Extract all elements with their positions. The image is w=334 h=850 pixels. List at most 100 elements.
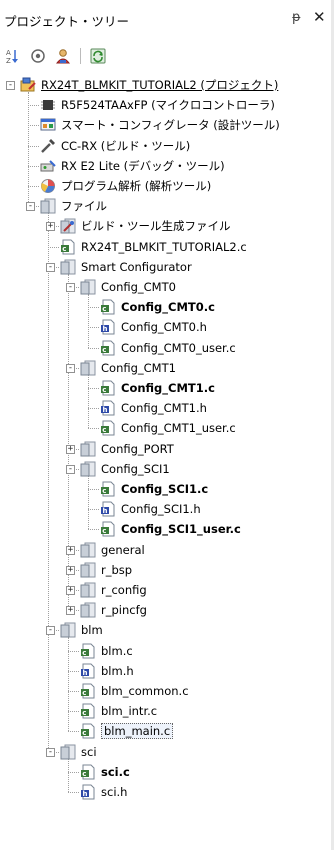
tree-folder-node[interactable]: Config_SCI1 <box>80 458 170 480</box>
tree-node[interactable]: RX24T_BLMKIT_TUTORIAL2 (プロジェクト) <box>20 74 278 96</box>
tree-folder-node[interactable]: r_bsp <box>80 559 132 581</box>
configurator-icon <box>40 117 56 133</box>
tree-node[interactable]: c blm_intr.c <box>80 700 157 722</box>
expand-toggle[interactable]: + <box>66 586 75 595</box>
collapse-toggle[interactable]: - <box>66 464 75 474</box>
folder-icon <box>80 582 96 598</box>
svg-text:h: h <box>103 406 108 414</box>
tree-node[interactable]: c blm.c <box>80 640 133 662</box>
tree-node[interactable]: プログラム解析 (解析ツール) <box>40 175 211 197</box>
tree-connector-line <box>68 731 79 733</box>
tree-node-label: Config_CMT0_user.c <box>121 340 236 355</box>
tree-node[interactable]: スマート・コンフィグレータ (設計ツール) <box>40 114 280 136</box>
tree-connector-line <box>88 388 99 389</box>
tree-node[interactable]: c Config_CMT1.c <box>100 377 215 399</box>
c-file-icon: c <box>80 643 96 659</box>
tree-node[interactable]: h sci.h <box>80 781 127 803</box>
c-file-icon: c <box>80 703 96 719</box>
tree-folder-node[interactable]: r_pincfg <box>80 599 147 621</box>
pin-icon[interactable]: ᵽ <box>292 10 301 25</box>
tree-node[interactable]: c blm_main.c <box>80 720 174 742</box>
tree-node[interactable]: RX E2 Lite (デバッグ・ツール) <box>40 155 225 177</box>
tree-connector-line <box>88 347 99 349</box>
tree-folder-node[interactable]: general <box>80 539 145 561</box>
tree-node-label: Config_PORT <box>101 441 174 456</box>
collapse-toggle[interactable]: - <box>46 626 55 636</box>
collapse-toggle[interactable]: - <box>66 363 75 373</box>
user-properties-icon <box>55 49 71 64</box>
filter-button[interactable] <box>29 47 47 65</box>
expand-toggle[interactable]: + <box>66 444 75 454</box>
tree-connector-line <box>68 711 79 713</box>
tree-node[interactable]: c Config_SCI1_user.c <box>100 518 241 540</box>
tree-node-label: blm.c <box>101 643 133 658</box>
tree-folder-node[interactable]: ファイル <box>40 195 107 217</box>
tree-folder-node[interactable]: r_config <box>80 579 147 601</box>
tree-node-label: Config_SCI1_user.c <box>121 522 241 537</box>
tree-node[interactable]: h blm.h <box>80 660 134 682</box>
tree-connector-line <box>88 529 99 531</box>
tree-folder-node[interactable]: sci <box>60 741 97 763</box>
sort-button[interactable]: AZ <box>3 47 21 65</box>
tree-node-label: Config_CMT0.c <box>121 300 215 315</box>
tree-node[interactable]: R5F524TAAxFP (マイクロコントローラ) <box>40 94 275 116</box>
tree-node[interactable]: c Config_CMT0.c <box>100 296 215 318</box>
tree-connector-line <box>68 650 79 652</box>
tree-connector-line <box>88 489 99 490</box>
close-icon[interactable]: ✕ <box>313 8 326 26</box>
collapse-toggle[interactable]: - <box>46 262 55 272</box>
tree-node[interactable]: h Config_CMT0.h <box>100 316 207 338</box>
tree-node[interactable]: c blm_common.c <box>80 680 189 702</box>
tree-node[interactable]: CC-RX (ビルド・ツール) <box>40 135 190 157</box>
refresh-icon <box>90 48 106 64</box>
tree-node-label: Config_CMT1 <box>101 360 176 375</box>
svg-text:c: c <box>82 709 86 717</box>
tree-connector-line <box>28 105 39 107</box>
properties-button[interactable] <box>54 47 72 65</box>
expand-toggle[interactable]: + <box>46 222 55 232</box>
tree-connector-line <box>68 771 79 773</box>
tree-connector-line <box>28 165 39 167</box>
tree-node-label: blm_intr.c <box>101 704 158 719</box>
collapse-toggle[interactable]: - <box>6 81 15 90</box>
tree-connector-line <box>68 670 79 672</box>
tree-node[interactable]: c Config_CMT1_user.c <box>100 417 236 439</box>
collapse-toggle[interactable]: - <box>66 283 75 292</box>
tree-node-label: ファイル <box>61 199 107 214</box>
folder-icon <box>80 279 96 295</box>
tree-connector-line <box>88 374 89 429</box>
tree-connector-line <box>68 273 69 611</box>
tree-node[interactable]: c Config_SCI1.c <box>100 478 208 500</box>
tree-folder-node[interactable]: Config_CMT1 <box>80 357 176 379</box>
tree-node[interactable]: c sci.c <box>80 761 130 783</box>
svg-text:c: c <box>82 689 86 697</box>
folder-icon <box>80 360 96 376</box>
tree-folder-node[interactable]: Config_PORT <box>80 438 174 460</box>
expand-toggle[interactable]: + <box>66 545 75 555</box>
tree-node-label: blm_common.c <box>101 684 189 698</box>
tree-node-label: Smart Configurator <box>81 259 192 274</box>
expand-toggle[interactable]: + <box>66 606 75 616</box>
c-file-icon: c <box>100 299 116 315</box>
c-file-icon: c <box>80 723 96 739</box>
tree-node[interactable]: h Config_CMT1.h <box>100 397 207 419</box>
tree-folder-node[interactable]: Smart Configurator <box>60 256 192 278</box>
tree-node-label: r_config <box>101 583 147 597</box>
tree-folder-node[interactable]: ビルド・ツール生成ファイル <box>60 215 231 237</box>
collapse-toggle[interactable]: - <box>46 747 55 757</box>
tree-node[interactable]: c RX24T_BLMKIT_TUTORIAL2.c <box>60 236 247 258</box>
tree-node-label: blm <box>81 623 103 638</box>
tree-connector-line <box>68 792 79 793</box>
svg-text:c: c <box>102 426 106 434</box>
tree-node[interactable]: h Config_SCI1.h <box>100 498 201 520</box>
tree-node-label: sci <box>81 744 97 759</box>
tree-node[interactable]: c Config_CMT0_user.c <box>100 337 236 359</box>
project-tree: - RX24T_BLMKIT_TUTORIAL2 (プロジェクト) R5F524TA… <box>0 74 334 850</box>
tree-node-label: Config_CMT0 <box>101 280 176 294</box>
tree-folder-node[interactable]: blm <box>60 619 103 641</box>
refresh-button[interactable] <box>89 47 107 65</box>
expand-toggle[interactable]: + <box>66 565 75 575</box>
tree-connector-line <box>48 246 59 248</box>
tree-folder-node[interactable]: Config_CMT0 <box>80 276 176 298</box>
collapse-toggle[interactable]: - <box>26 202 35 212</box>
